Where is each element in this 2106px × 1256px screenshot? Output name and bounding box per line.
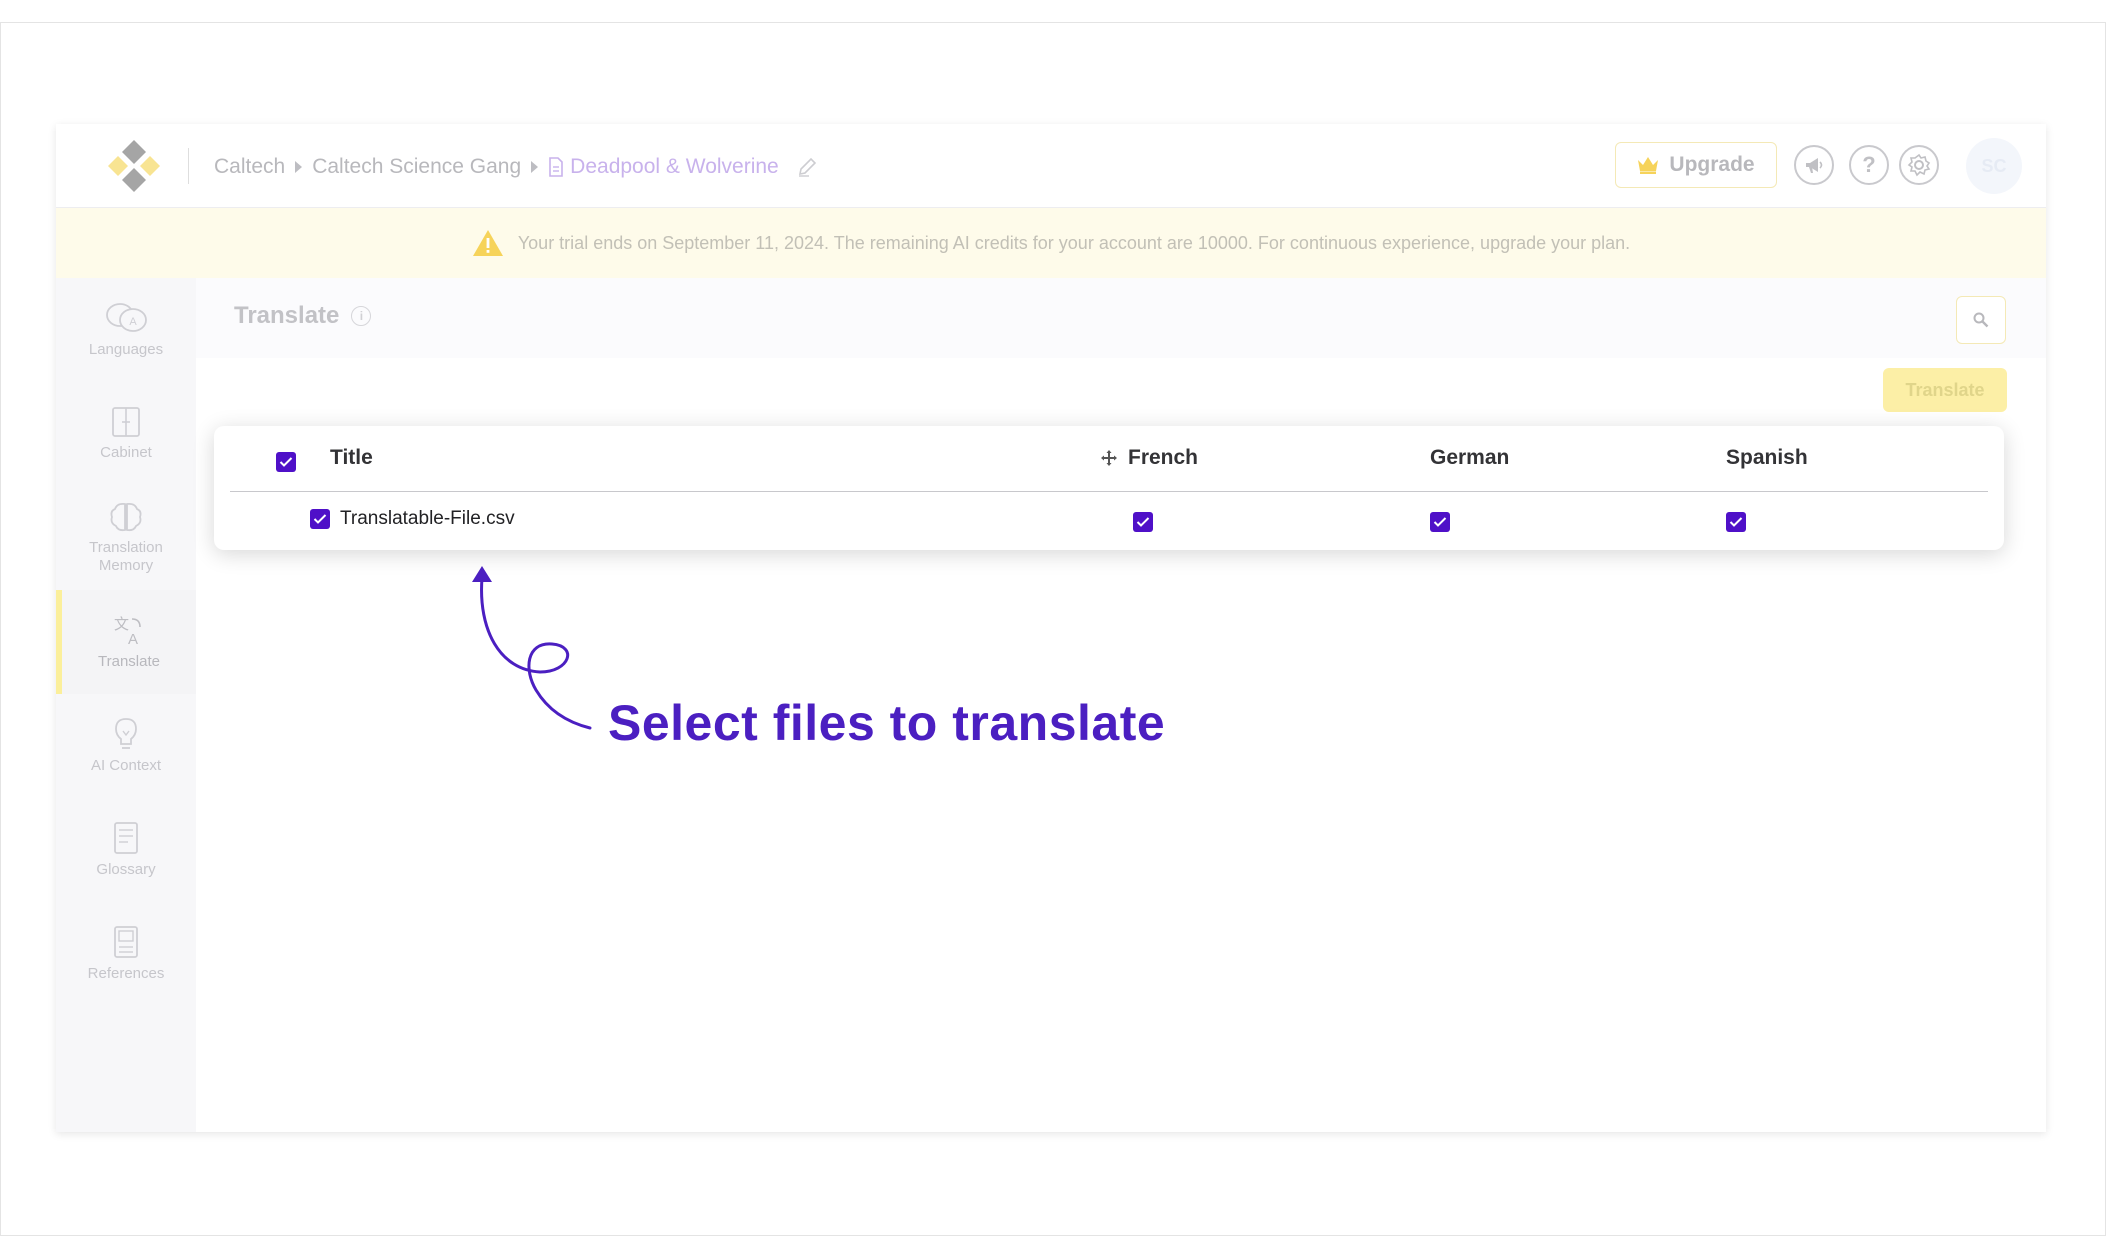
breadcrumb-project[interactable]: Deadpool & Wolverine [548, 155, 779, 179]
translate-icon: 文A [114, 615, 141, 647]
select-all-checkbox[interactable] [276, 452, 296, 472]
upgrade-label: Upgrade [1669, 153, 1755, 176]
page-title-bar: Translate i [196, 278, 2046, 358]
breadcrumb-caret-icon [531, 161, 539, 173]
top-header: Caltech Caltech Science Gang Deadpool & … [56, 124, 2046, 208]
breadcrumb-team[interactable]: Caltech Science Gang [312, 155, 521, 179]
project-name: Deadpool & Wolverine [570, 155, 779, 178]
trial-banner: Your trial ends on September 11, 2024. T… [56, 208, 2046, 278]
app-logo [108, 140, 160, 192]
svg-text:A: A [128, 631, 138, 647]
languages-icon: A [106, 303, 147, 332]
sidebar-label-cabinet: Cabinet [100, 444, 152, 461]
check-icon [1433, 517, 1447, 527]
check-icon [1136, 517, 1150, 527]
sidebar-item-translation-memory[interactable]: Translation Memory [56, 486, 196, 590]
trial-banner-text: Your trial ends on September 11, 2024. T… [517, 232, 1631, 253]
search-button[interactable] [1956, 296, 2006, 344]
sidebar-item-languages[interactable]: A Languages [56, 278, 196, 382]
spanish-checkbox[interactable] [1726, 512, 1746, 532]
cabinet-icon [112, 407, 140, 437]
help-icon: ? [1862, 152, 1876, 177]
check-icon [279, 457, 293, 467]
sidebar-label-ai-context: AI Context [90, 757, 162, 774]
check-icon [1729, 517, 1743, 527]
check-icon [313, 514, 327, 524]
files-table: Title French German Spanish Translatable… [214, 426, 2004, 550]
sidebar-item-ai-context[interactable]: AI Context [56, 694, 196, 798]
brain-icon [110, 502, 142, 532]
page-title-text: Translate [234, 302, 340, 329]
lightbulb-icon [115, 718, 137, 749]
breadcrumb-org[interactable]: Caltech [214, 155, 285, 179]
column-header-french-label: French [1128, 446, 1199, 469]
upgrade-button[interactable]: Upgrade [1615, 142, 1777, 188]
info-icon[interactable]: i [351, 306, 372, 326]
annotation-arrow-icon [472, 566, 592, 730]
german-checkbox[interactable] [1430, 512, 1450, 532]
column-header-german[interactable]: German [1430, 446, 1509, 470]
file-name: Translatable-File.csv [340, 508, 515, 529]
help-button[interactable]: ? [1849, 145, 1889, 185]
user-avatar[interactable]: SC [1966, 138, 2022, 194]
sidebar-label-glossary: Glossary [96, 861, 156, 878]
column-header-french[interactable]: French [1100, 446, 1198, 470]
table-header: Title French German Spanish [230, 426, 1988, 492]
header-divider [188, 148, 189, 184]
sidebar: A Languages Cabinet Translation Memory 文… [56, 278, 196, 1132]
edit-pencil-icon[interactable] [797, 157, 817, 177]
sidebar-item-translate[interactable]: 文A Translate [56, 590, 196, 694]
annotation-text: Select files to translate [608, 695, 1166, 751]
crown-icon [1638, 157, 1659, 174]
sidebar-label-translation-memory: Translation Memory [89, 539, 163, 574]
document-icon [549, 157, 563, 177]
file-title-cell: Translatable-File.csv [310, 508, 515, 530]
warning-icon [472, 230, 503, 256]
page-title: Translate i [234, 302, 372, 330]
column-header-title[interactable]: Title [330, 446, 373, 470]
sidebar-label-translate: Translate [98, 653, 160, 670]
sidebar-label-languages: Languages [88, 341, 164, 358]
french-checkbox[interactable] [1133, 512, 1153, 532]
table-row[interactable]: Translatable-File.csv [230, 492, 1988, 550]
file-select-checkbox[interactable] [310, 509, 330, 529]
announcements-button[interactable] [1794, 145, 1834, 185]
sidebar-label-references: References [87, 965, 165, 982]
column-header-spanish[interactable]: Spanish [1726, 446, 1808, 470]
gear-icon [1907, 153, 1931, 177]
breadcrumb: Caltech Caltech Science Gang Deadpool & … [214, 152, 817, 182]
drag-move-icon [1101, 450, 1117, 466]
sidebar-item-glossary[interactable]: Glossary [56, 798, 196, 902]
settings-button[interactable] [1899, 145, 1939, 185]
svg-text:文: 文 [114, 615, 129, 633]
sidebar-item-cabinet[interactable]: Cabinet [56, 382, 196, 486]
svg-text:A: A [129, 316, 137, 328]
references-icon [114, 926, 138, 958]
sidebar-item-references[interactable]: References [56, 902, 196, 1006]
search-icon [1973, 312, 1989, 328]
megaphone-icon [1806, 158, 1823, 173]
breadcrumb-caret-icon [295, 161, 303, 173]
glossary-icon [114, 822, 138, 854]
translate-button[interactable]: Translate [1883, 368, 2007, 412]
app-window: Caltech Caltech Science Gang Deadpool & … [56, 124, 2046, 1132]
